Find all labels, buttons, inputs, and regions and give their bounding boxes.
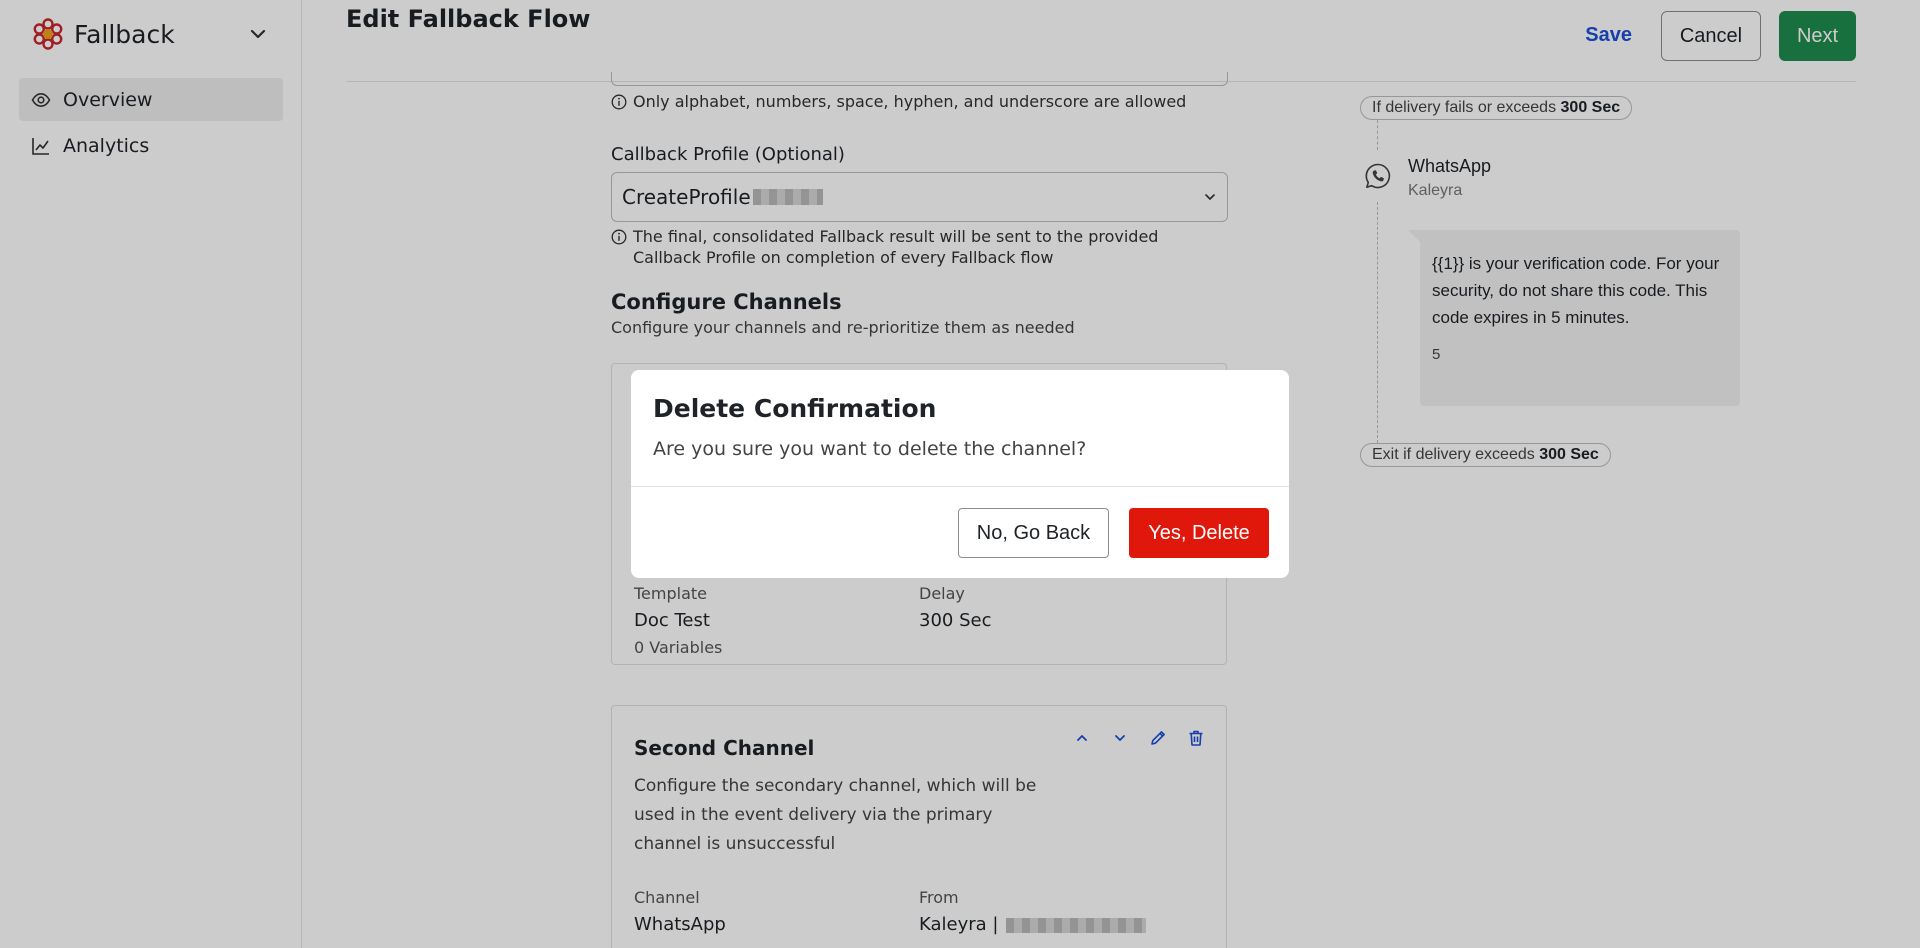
- app-root: Fallback Overview Analytics Edit Fallbac…: [0, 0, 1920, 948]
- delete-confirmation-dialog: Delete Confirmation Are you sure you wan…: [631, 370, 1289, 578]
- confirm-delete-button[interactable]: Yes, Delete: [1129, 508, 1269, 558]
- modal-message: Are you sure you want to delete the chan…: [653, 438, 1087, 460]
- go-back-button[interactable]: No, Go Back: [958, 508, 1109, 558]
- divider: [631, 486, 1289, 487]
- modal-title: Delete Confirmation: [653, 394, 937, 423]
